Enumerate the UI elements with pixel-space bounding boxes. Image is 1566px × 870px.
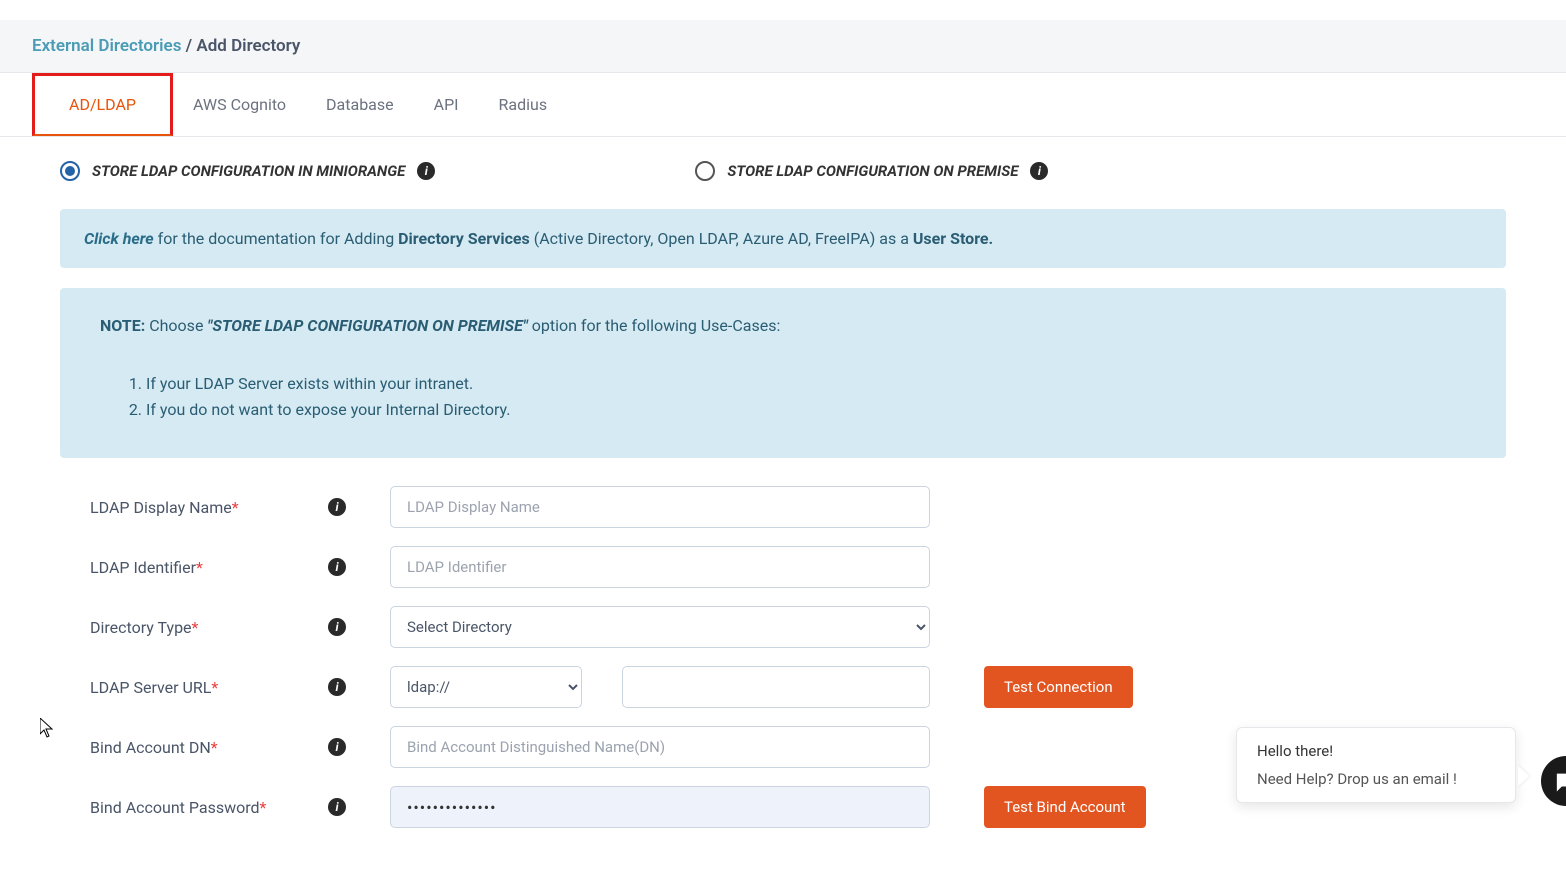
radio-selected-icon bbox=[60, 161, 80, 181]
note-label: NOTE: bbox=[100, 316, 145, 335]
form-label: Bind Account DN* i bbox=[90, 738, 390, 757]
tab-ad-ldap[interactable]: AD/LDAP bbox=[32, 73, 173, 136]
form-label: Bind Account Password* i bbox=[90, 798, 390, 817]
form-label: LDAP Display Name* i bbox=[90, 498, 390, 517]
breadcrumb-current: Add Directory bbox=[196, 36, 300, 56]
doc-bold: User Store. bbox=[913, 229, 993, 248]
form-row-directory-type: Directory Type* i Select Directory bbox=[60, 606, 1506, 648]
doc-bold: Directory Services bbox=[398, 229, 530, 248]
required-mark: * bbox=[260, 798, 267, 817]
note-item: If your LDAP Server exists within your i… bbox=[146, 371, 1466, 397]
info-icon[interactable]: i bbox=[328, 558, 346, 576]
info-icon[interactable]: i bbox=[328, 798, 346, 816]
chat-greeting: Hello there! bbox=[1257, 742, 1495, 760]
tab-aws-cognito[interactable]: AWS Cognito bbox=[173, 73, 306, 136]
ldap-identifier-input[interactable] bbox=[390, 546, 930, 588]
doc-text: (Active Directory, Open LDAP, Azure AD, … bbox=[530, 229, 913, 248]
ldap-display-name-input[interactable] bbox=[390, 486, 930, 528]
label-text: LDAP Display Name bbox=[90, 498, 232, 517]
info-icon[interactable]: i bbox=[328, 738, 346, 756]
bind-password-input[interactable] bbox=[390, 786, 930, 828]
info-icon[interactable]: i bbox=[1030, 162, 1048, 180]
info-icon[interactable]: i bbox=[328, 678, 346, 696]
click-here-link[interactable]: Click here bbox=[84, 229, 154, 248]
note-text: Choose bbox=[145, 316, 207, 335]
tab-radius[interactable]: Radius bbox=[479, 73, 568, 136]
required-mark: * bbox=[211, 678, 218, 697]
label-text: Bind Account Password bbox=[90, 798, 260, 817]
note-option: "STORE LDAP CONFIGURATION ON PREMISE" bbox=[207, 316, 527, 335]
breadcrumb-separator: / bbox=[181, 36, 196, 56]
info-icon[interactable]: i bbox=[417, 162, 435, 180]
radio-option-miniorange[interactable]: STORE LDAP CONFIGURATION IN MINIORANGE i bbox=[60, 161, 435, 181]
info-icon[interactable]: i bbox=[328, 498, 346, 516]
radio-option-premise[interactable]: STORE LDAP CONFIGURATION ON PREMISE i bbox=[695, 161, 1048, 181]
required-mark: * bbox=[211, 738, 218, 757]
documentation-box: Click here for the documentation for Add… bbox=[60, 209, 1506, 268]
label-text: Directory Type bbox=[90, 618, 192, 637]
tabs: AD/LDAP AWS Cognito Database API Radius bbox=[0, 73, 1566, 137]
tab-api[interactable]: API bbox=[414, 73, 479, 136]
chat-widget[interactable]: Hello there! Need Help? Drop us an email… bbox=[1236, 727, 1516, 803]
protocol-select[interactable]: ldap:// bbox=[390, 666, 582, 708]
breadcrumb-link[interactable]: External Directories bbox=[32, 36, 181, 56]
message-icon bbox=[1555, 770, 1566, 792]
note-item: If you do not want to expose your Intern… bbox=[146, 397, 1466, 423]
note-list: If your LDAP Server exists within your i… bbox=[146, 371, 1466, 422]
breadcrumb: External Directories / Add Directory bbox=[0, 20, 1566, 73]
form-row-display-name: LDAP Display Name* i bbox=[60, 486, 1506, 528]
form-label: LDAP Server URL* i bbox=[90, 678, 390, 697]
form-row-server-url: LDAP Server URL* i ldap:// Test Connecti… bbox=[60, 666, 1506, 708]
directory-type-select[interactable]: Select Directory bbox=[390, 606, 930, 648]
form-label: Directory Type* i bbox=[90, 618, 390, 637]
radio-unselected-icon bbox=[695, 161, 715, 181]
test-connection-button[interactable]: Test Connection bbox=[984, 666, 1133, 708]
label-text: Bind Account DN bbox=[90, 738, 211, 757]
form-row-identifier: LDAP Identifier* i bbox=[60, 546, 1506, 588]
radio-label: STORE LDAP CONFIGURATION ON PREMISE bbox=[727, 162, 1018, 180]
doc-text: for the documentation for Adding bbox=[154, 229, 398, 248]
form-label: LDAP Identifier* i bbox=[90, 558, 390, 577]
server-url-input[interactable] bbox=[622, 666, 930, 708]
info-icon[interactable]: i bbox=[328, 618, 346, 636]
label-text: LDAP Server URL bbox=[90, 678, 211, 697]
label-text: LDAP Identifier bbox=[90, 558, 196, 577]
radio-group: STORE LDAP CONFIGURATION IN MINIORANGE i… bbox=[60, 161, 1506, 181]
chat-help-text: Need Help? Drop us an email ! bbox=[1257, 770, 1495, 788]
note-text: option for the following Use-Cases: bbox=[528, 316, 781, 335]
required-mark: * bbox=[196, 558, 203, 577]
required-mark: * bbox=[192, 618, 199, 637]
bind-dn-input[interactable] bbox=[390, 726, 930, 768]
radio-label: STORE LDAP CONFIGURATION IN MINIORANGE bbox=[92, 162, 405, 180]
test-bind-button[interactable]: Test Bind Account bbox=[984, 786, 1146, 828]
note-box: NOTE: Choose "STORE LDAP CONFIGURATION O… bbox=[60, 288, 1506, 458]
tab-database[interactable]: Database bbox=[306, 73, 414, 136]
required-mark: * bbox=[232, 498, 239, 517]
chat-arrow-icon bbox=[1518, 766, 1530, 786]
